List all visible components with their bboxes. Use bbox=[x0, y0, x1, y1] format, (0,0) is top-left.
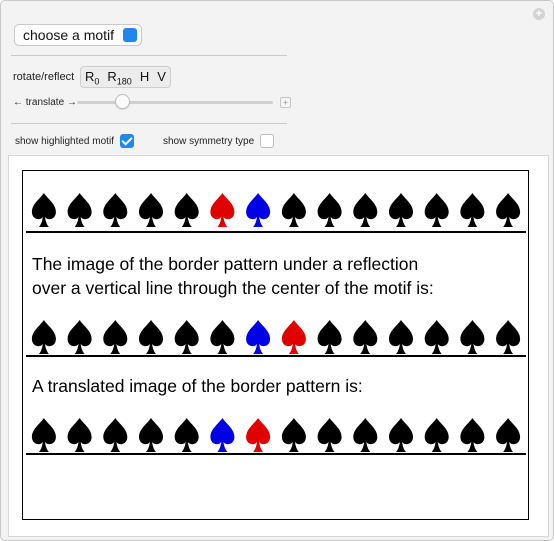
spade-motif bbox=[460, 320, 485, 354]
spade-motif bbox=[31, 193, 56, 227]
spade-motif bbox=[210, 193, 235, 227]
spade-motif bbox=[317, 193, 342, 227]
spade-motif bbox=[496, 193, 521, 227]
reflection-caption-line2: over a vertical line through the center … bbox=[32, 278, 434, 298]
option-r180[interactable]: R180 bbox=[103, 67, 135, 87]
spade-motif bbox=[353, 320, 378, 354]
reflection-caption-line1: The image of the border pattern under a … bbox=[32, 254, 419, 274]
spade-motif bbox=[31, 320, 56, 354]
spade-motif bbox=[103, 193, 128, 227]
spade-motif bbox=[174, 418, 199, 452]
pattern-baseline bbox=[26, 355, 526, 357]
spade-motif bbox=[317, 320, 342, 354]
spade-motif bbox=[210, 320, 235, 354]
show-highlighted-motif-checkbox[interactable] bbox=[120, 134, 134, 148]
option-h[interactable]: H bbox=[136, 67, 153, 87]
spade-motif bbox=[174, 320, 199, 354]
option-r0[interactable]: R0 bbox=[81, 67, 103, 87]
translate-slider-track[interactable] bbox=[77, 101, 273, 104]
spade-motif bbox=[31, 418, 56, 452]
show-symmetry-type-checkbox[interactable] bbox=[260, 134, 274, 148]
show-highlighted-motif-label: show highlighted motif bbox=[15, 136, 114, 147]
spade-motif bbox=[496, 418, 521, 452]
translation-caption: A translated image of the border pattern… bbox=[32, 376, 363, 396]
spade-motif bbox=[67, 193, 92, 227]
spade-motif bbox=[67, 320, 92, 354]
spade-motif bbox=[103, 320, 128, 354]
spade-motif bbox=[281, 193, 306, 227]
original-pattern-row bbox=[31, 193, 521, 227]
spade-motif bbox=[353, 193, 378, 227]
translated-pattern-row bbox=[31, 418, 521, 452]
spade-motif bbox=[460, 193, 485, 227]
spade-motif bbox=[281, 320, 306, 354]
pattern-baseline bbox=[26, 453, 526, 455]
spade-motif bbox=[210, 418, 235, 452]
translate-slider-thumb[interactable] bbox=[115, 94, 131, 109]
spade-motif bbox=[424, 193, 449, 227]
spade-motif bbox=[317, 418, 342, 452]
show-symmetry-type-label: show symmetry type bbox=[163, 136, 255, 147]
motif-color-swatch bbox=[123, 28, 137, 42]
separator bbox=[11, 55, 287, 56]
choose-motif-button[interactable]: choose a motif bbox=[14, 24, 142, 46]
spade-motif bbox=[424, 418, 449, 452]
spade-motif bbox=[246, 193, 271, 227]
spade-motif bbox=[246, 418, 271, 452]
spade-motif bbox=[174, 193, 199, 227]
separator bbox=[11, 123, 287, 124]
option-v[interactable]: V bbox=[153, 67, 170, 87]
transform-selector[interactable]: R0 R180 H V bbox=[80, 66, 171, 88]
spade-motif bbox=[67, 418, 92, 452]
spade-motif bbox=[389, 193, 413, 227]
spade-motif bbox=[460, 418, 485, 452]
spade-motif bbox=[424, 320, 449, 354]
spade-motif bbox=[139, 320, 163, 354]
expand-icon[interactable]: + bbox=[533, 8, 545, 20]
reflected-pattern-row bbox=[31, 320, 521, 354]
slider-expand-icon[interactable]: + bbox=[280, 97, 291, 108]
spade-motif bbox=[139, 193, 163, 227]
pattern-baseline bbox=[26, 231, 526, 233]
spade-motif bbox=[246, 320, 271, 354]
spade-motif bbox=[389, 320, 413, 354]
spade-motif bbox=[353, 418, 378, 452]
spade-motif bbox=[103, 418, 128, 452]
rotate-reflect-label: rotate/reflect bbox=[13, 71, 75, 83]
spade-motif bbox=[139, 418, 163, 452]
choose-motif-label: choose a motif bbox=[23, 27, 115, 43]
spade-motif bbox=[496, 320, 521, 354]
translate-label: ← translate → bbox=[13, 97, 77, 108]
spade-motif bbox=[281, 418, 306, 452]
spade-motif bbox=[389, 418, 413, 452]
